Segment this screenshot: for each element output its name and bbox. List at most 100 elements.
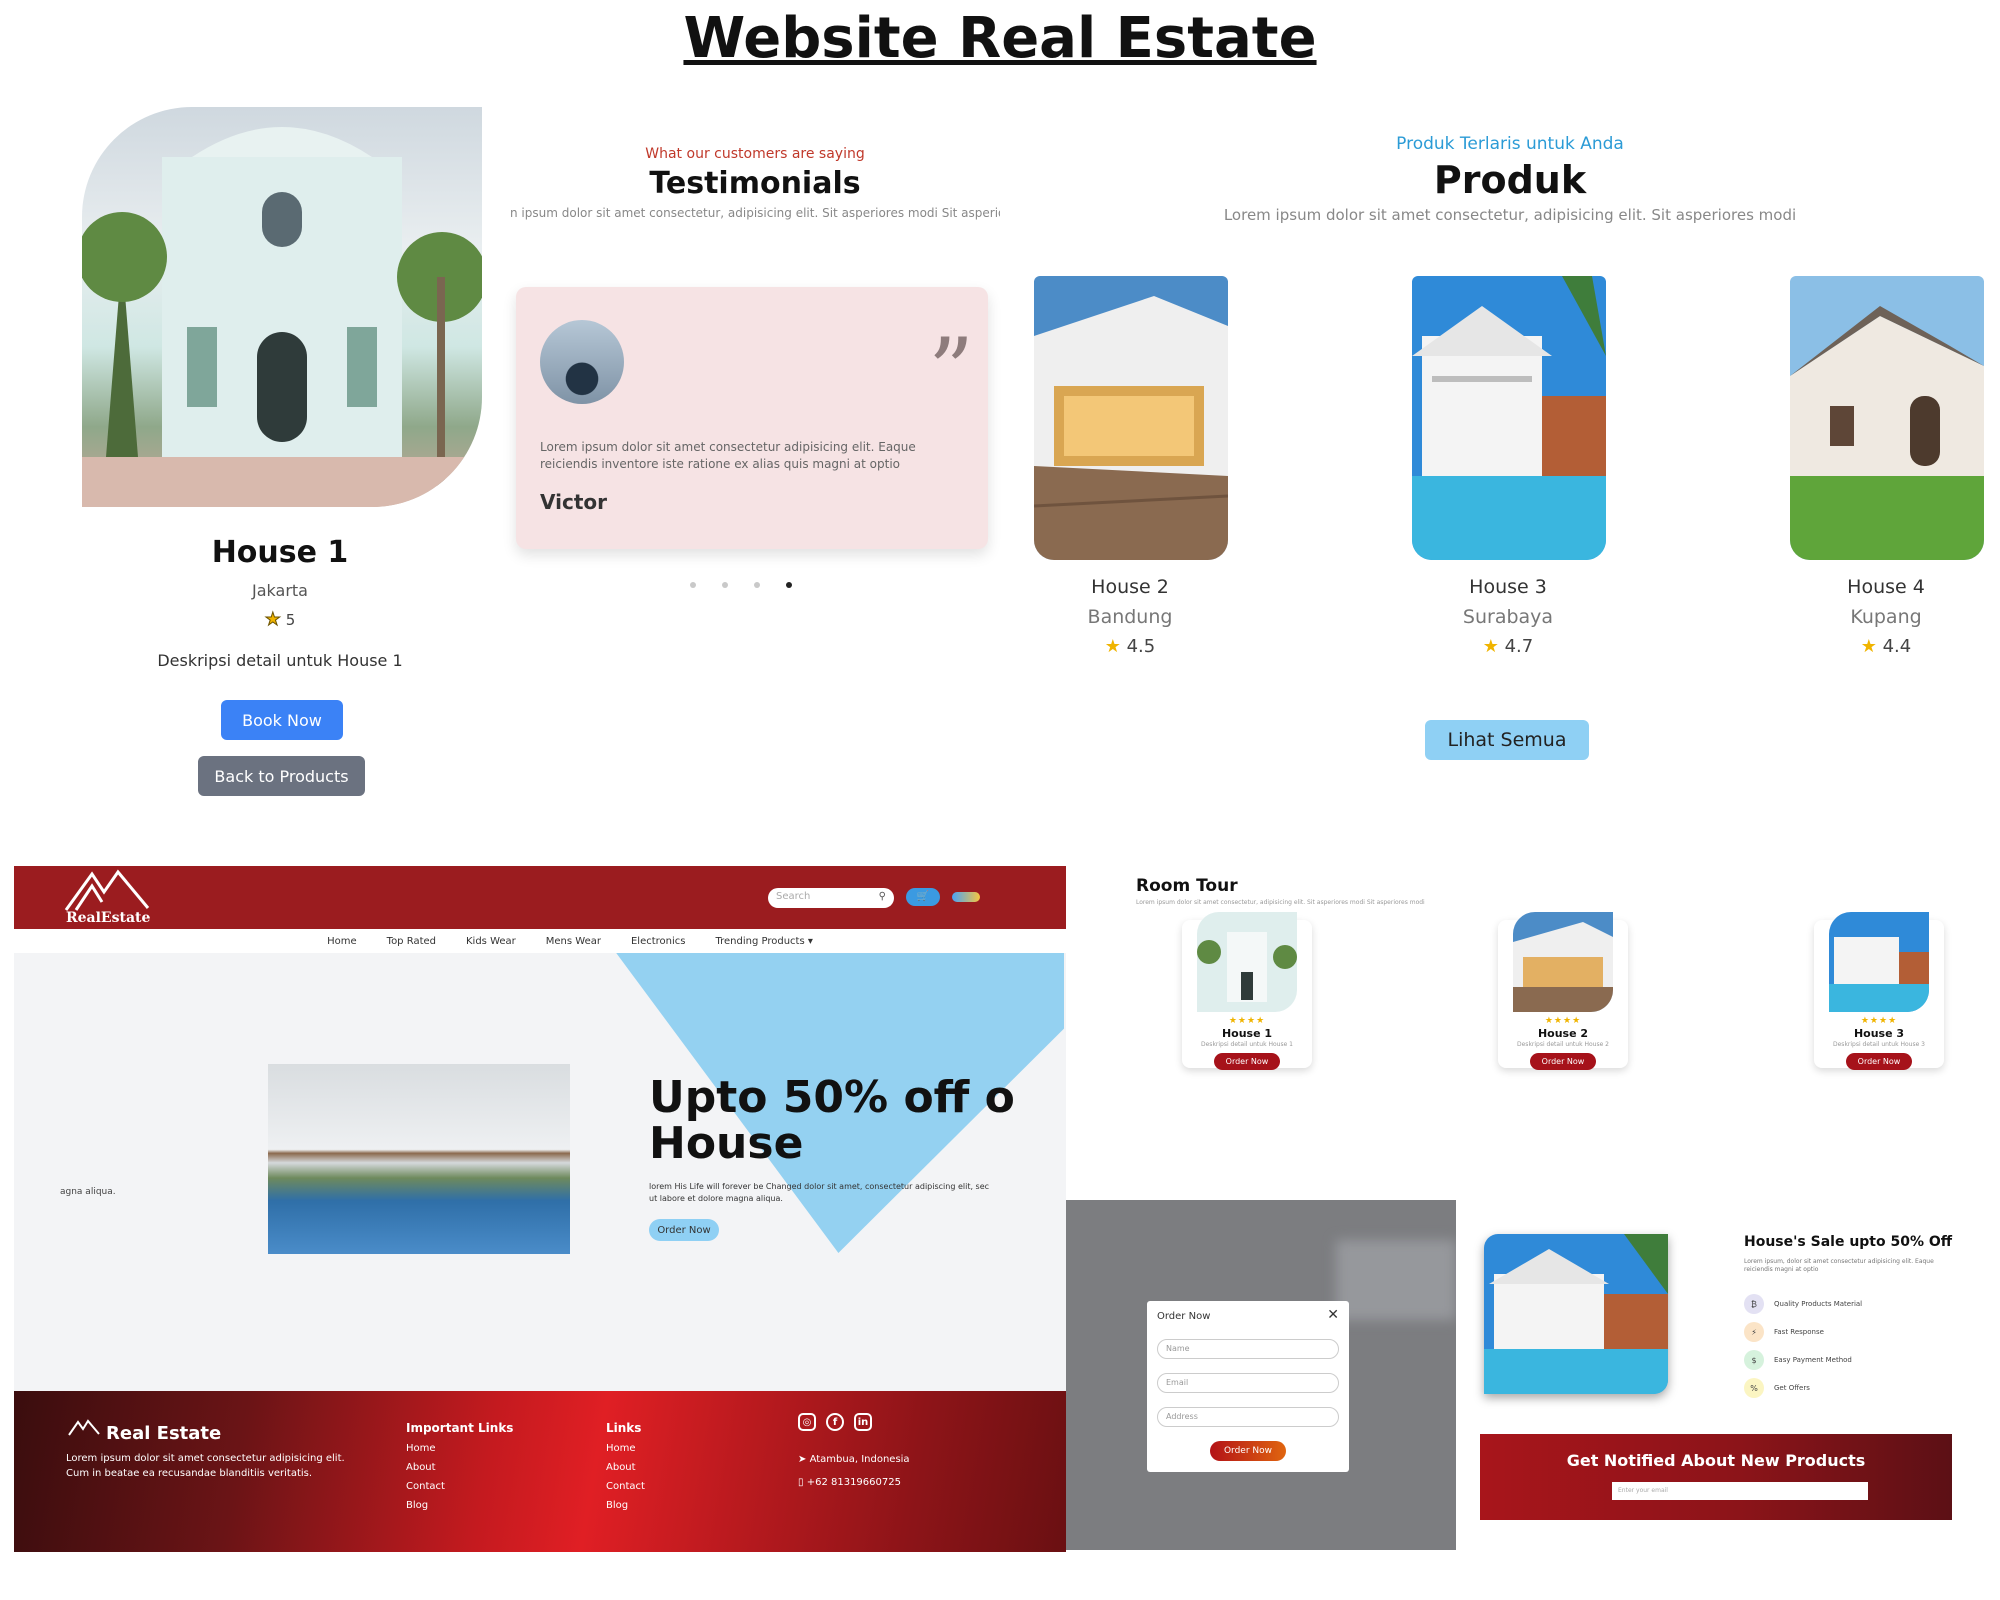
links-title: Links	[606, 1421, 642, 1435]
feature-item: ₿ Quality Products Material	[1744, 1294, 1862, 1314]
product-card[interactable]: House 2 Bandung ★ 4.5	[1030, 276, 1230, 657]
modal-order-button[interactable]: Order Now	[1210, 1441, 1286, 1461]
footer-logo-icon	[68, 1419, 100, 1436]
room-card: ★★★★ House 2 Deskripsi detail untuk Hous…	[1498, 912, 1628, 1070]
house-location: Jakarta	[252, 581, 308, 600]
order-now-button[interactable]: Order Now	[1846, 1053, 1912, 1070]
footer-link[interactable]: Contact	[406, 1481, 513, 1492]
footer-brand: Real Estate	[106, 1423, 222, 1444]
logo-text: RealEstate	[66, 910, 151, 926]
rating-value: 4.5	[1126, 636, 1156, 657]
room-tour-subtitle: Lorem ipsum dolor sit amet consectetur, …	[1136, 899, 1425, 906]
carousel-dots	[690, 582, 792, 588]
product-card[interactable]: House 3 Surabaya ★ 4.7	[1408, 276, 1608, 657]
footer: Real Estate Lorem ipsum dolor sit amet c…	[14, 1391, 1066, 1552]
product-name: House 4	[1847, 576, 1925, 598]
linkedin-icon[interactable]: in	[854, 1413, 872, 1431]
contact-info: ➤ Atambua, Indonesia ▯ +62 81319660725	[798, 1448, 910, 1494]
sale-house-image	[1484, 1234, 1668, 1394]
order-now-button[interactable]: Order Now	[1214, 1053, 1280, 1070]
footer-link[interactable]: Home	[406, 1443, 513, 1454]
room-name: House 3	[1853, 1027, 1905, 1040]
product-rating: ★ 4.4	[1786, 636, 1986, 657]
footer-link[interactable]: About	[606, 1462, 645, 1473]
feature-label: Quality Products Material	[1774, 1300, 1863, 1308]
sale-section: House's Sale upto 50% Off Lorem ipsum, d…	[1474, 1200, 1954, 1540]
house-1-image	[82, 107, 482, 507]
menu-item-home[interactable]: Home	[327, 936, 357, 947]
rating-value: 4.7	[1504, 636, 1534, 657]
carousel-dot[interactable]	[754, 582, 760, 588]
view-all-button[interactable]: Lihat Semua	[1425, 720, 1589, 760]
produk-kicker: Produk Terlaris untuk Anda	[1396, 134, 1624, 154]
close-icon[interactable]: ✕	[1327, 1307, 1339, 1323]
sale-subtitle: Lorem ipsum, dolor sit amet consectetur …	[1744, 1258, 1934, 1273]
produk-subtitle: Lorem ipsum dolor sit amet consectetur, …	[1223, 206, 1797, 224]
cart-icon: 🛒	[916, 891, 930, 902]
search-input[interactable]: Search ⚲	[768, 888, 894, 908]
quote-icon: ”	[927, 319, 974, 424]
navbar: RealEstate Search ⚲ 🛒	[14, 866, 1066, 929]
feature-label: Fast Response	[1774, 1328, 1824, 1336]
menu-item-kids-wear[interactable]: Kids Wear	[466, 936, 516, 947]
carousel-dot[interactable]	[690, 582, 696, 588]
important-links: Important Links Home About Contact Blog	[406, 1421, 513, 1519]
footer-link[interactable]: Contact	[606, 1481, 645, 1492]
product-card[interactable]: House 4 Kupang ★ 4.4	[1786, 276, 1986, 657]
order-modal-overlay: Order Now ✕ Name Email Address Order Now	[1066, 1200, 1456, 1550]
room-tour-section: Room Tour Lorem ipsum dolor sit amet con…	[1128, 868, 1958, 1118]
produk-section: Produk Terlaris untuk Anda Produk Lorem …	[1020, 128, 2000, 768]
email-field[interactable]: Email	[1157, 1373, 1339, 1393]
menu-item-electronics[interactable]: Electronics	[631, 936, 686, 947]
carousel-dot[interactable]	[722, 582, 728, 588]
name-field[interactable]: Name	[1157, 1339, 1339, 1359]
house-4-image	[1790, 276, 1984, 560]
address-field[interactable]: Address	[1157, 1407, 1339, 1427]
newsletter-email-input[interactable]: Enter your email	[1612, 1482, 1868, 1500]
hero-order-button[interactable]: Order Now	[649, 1219, 719, 1241]
testimonial-author: Victor	[540, 490, 608, 514]
menu-item-mens-wear[interactable]: Mens Wear	[546, 936, 601, 947]
footer-link[interactable]: Home	[606, 1443, 645, 1454]
feature-item: ⚡ Fast Response	[1744, 1322, 1824, 1342]
location-icon: ➤	[798, 1454, 807, 1465]
menu-item-trending-products[interactable]: Trending Products ▾	[715, 936, 812, 947]
footer-description: Lorem ipsum dolor sit amet consectetur a…	[66, 1453, 345, 1479]
footer-link[interactable]: About	[406, 1462, 513, 1473]
theme-toggle[interactable]	[952, 892, 980, 902]
modal-title: Order Now	[1157, 1311, 1211, 1322]
menu-item-top-rated[interactable]: Top Rated	[387, 936, 436, 947]
search-placeholder: Search	[776, 891, 811, 902]
search-icon[interactable]: ⚲	[879, 891, 886, 902]
sale-title: House's Sale upto 50% Off	[1744, 1234, 1953, 1250]
room-image	[1197, 912, 1297, 1012]
menu-bar: Home Top Rated Kids Wear Mens Wear Elect…	[14, 929, 1066, 953]
footer-link[interactable]: Blog	[406, 1500, 513, 1511]
carousel-dot[interactable]	[786, 582, 792, 588]
room-stars: ★★★★	[1544, 1016, 1582, 1026]
product-rating: ★ 4.7	[1408, 636, 1608, 657]
star-icon: ★	[1482, 636, 1499, 657]
product-rating: ★ 4.5	[1030, 636, 1230, 657]
footer-link[interactable]: Blog	[606, 1500, 645, 1511]
blurred-background	[1336, 1240, 1456, 1320]
cart-button[interactable]: 🛒	[906, 888, 940, 906]
book-now-button[interactable]: Book Now	[221, 700, 343, 740]
feature-label: Easy Payment Method	[1774, 1356, 1852, 1364]
offers-icon: %	[1744, 1378, 1764, 1398]
order-now-button[interactable]: Order Now	[1530, 1053, 1596, 1070]
back-to-products-button[interactable]: Back to Products	[198, 756, 365, 796]
payment-icon: $	[1744, 1350, 1764, 1370]
phone-icon: ▯	[798, 1477, 804, 1488]
star-icon: ★	[264, 609, 281, 631]
product-name: House 3	[1469, 576, 1547, 598]
house-rating: ★ 5	[70, 609, 490, 631]
social-icons: ◎ f in	[798, 1413, 872, 1431]
star-icon: ★	[1104, 636, 1121, 657]
house-detail-panel: House 1 Jakarta ★ 5 Deskripsi detail unt…	[70, 105, 490, 805]
facebook-icon[interactable]: f	[826, 1413, 844, 1431]
testimonial-card: ” Lorem ipsum dolor sit amet consectetur…	[516, 287, 988, 549]
hero-subtitle: lorem His Life will forever be Changed d…	[649, 1182, 990, 1203]
feature-label: Get Offers	[1774, 1384, 1810, 1392]
instagram-icon[interactable]: ◎	[798, 1413, 816, 1431]
